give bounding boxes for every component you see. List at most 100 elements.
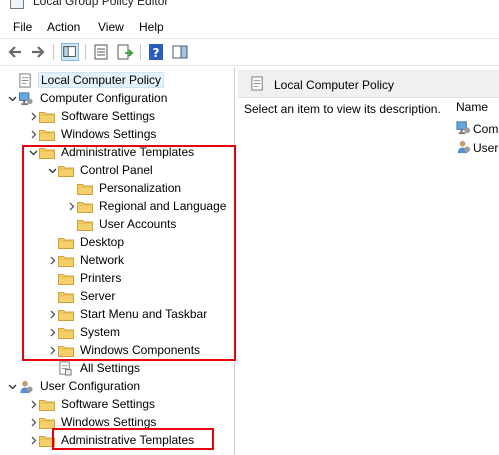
help-icon[interactable]: ? — [147, 43, 165, 61]
show-action-pane-icon[interactable] — [171, 43, 189, 61]
tree-item-regional-and-language[interactable]: Regional and Language — [65, 197, 228, 215]
tree-item-label: Control Panel — [80, 163, 153, 177]
tree-item-user-configuration[interactable]: User Configuration — [6, 377, 142, 395]
tree-item-windows-settings[interactable]: Windows Settings — [27, 125, 158, 143]
folder-icon — [39, 434, 55, 447]
tree-item-start-menu-and-taskbar[interactable]: Start Menu and Taskbar — [46, 305, 209, 323]
app-icon — [10, 0, 24, 9]
properties-icon[interactable] — [92, 43, 110, 61]
chevron-right-icon[interactable] — [46, 305, 58, 323]
caret-spacer — [46, 269, 58, 287]
tree-item-network[interactable]: Network — [46, 251, 126, 269]
title-bar: Local Group Policy Editor — [0, 0, 499, 15]
menu-view[interactable]: View — [95, 20, 127, 34]
chevron-right-icon[interactable] — [27, 125, 39, 143]
details-title: Local Computer Policy — [274, 78, 395, 92]
tree-item-label: Computer Configuration — [40, 91, 168, 105]
tree-item-all-settings[interactable]: All Settings — [46, 359, 142, 377]
tree-item-label: Start Menu and Taskbar — [80, 307, 208, 321]
back-icon[interactable] — [6, 43, 24, 61]
folder-icon — [58, 326, 74, 339]
settings-icon — [58, 360, 74, 376]
chevron-right-icon[interactable] — [27, 431, 39, 449]
caret-spacer — [65, 215, 77, 233]
details-header: Local Computer Policy — [238, 70, 499, 98]
tree-item-user-accounts[interactable]: User Accounts — [65, 215, 178, 233]
description-text: Select an item to view its description. — [244, 102, 441, 116]
chevron-right-icon[interactable] — [46, 323, 58, 341]
tree-item-user-software-settings[interactable]: Software Settings — [27, 395, 157, 413]
toolbar: ? — [0, 39, 499, 66]
chevron-right-icon[interactable] — [27, 413, 39, 431]
tree-item-desktop[interactable]: Desktop — [46, 233, 126, 251]
svg-text:?: ? — [153, 46, 160, 60]
menu-file[interactable]: File — [10, 20, 35, 34]
list-item[interactable]: User — [456, 140, 498, 156]
chevron-right-icon[interactable] — [46, 341, 58, 359]
folder-icon — [58, 344, 74, 357]
menu-help[interactable]: Help — [136, 20, 167, 34]
folder-icon — [77, 218, 93, 231]
folder-icon — [77, 182, 93, 195]
tree-item-label: Administrative Templates — [61, 433, 195, 447]
chevron-down-icon[interactable] — [6, 89, 18, 107]
tree-item-administrative-templates[interactable]: Administrative Templates — [27, 143, 196, 161]
folder-icon — [39, 110, 55, 123]
tree-item-label: Personalization — [99, 181, 182, 195]
folder-icon — [58, 272, 74, 285]
tree-item-label: All Settings — [80, 361, 141, 375]
list-item[interactable]: Com — [456, 121, 498, 137]
forward-icon[interactable] — [29, 43, 47, 61]
folder-icon — [58, 308, 74, 321]
folder-icon — [58, 236, 74, 249]
folder-icon — [77, 200, 93, 213]
tree-item-control-panel[interactable]: Control Panel — [46, 161, 155, 179]
chevron-down-icon[interactable] — [46, 161, 58, 179]
user-config-icon — [456, 139, 471, 157]
tree-item-server[interactable]: Server — [46, 287, 117, 305]
chevron-down-icon[interactable] — [6, 377, 18, 395]
chevron-right-icon[interactable] — [27, 395, 39, 413]
tree-item-label: Windows Settings — [61, 127, 157, 141]
tree-item-label: Local Computer Policy — [38, 72, 165, 88]
tree-item-printers[interactable]: Printers — [46, 269, 123, 287]
tree-item-personalization[interactable]: Personalization — [65, 179, 183, 197]
caret-spacer — [46, 359, 58, 377]
folder-icon — [39, 398, 55, 411]
tree-item-label: User Accounts — [99, 217, 177, 231]
toolbar-separator — [85, 44, 86, 60]
chevron-down-icon[interactable] — [27, 143, 39, 161]
tree-item-software-settings[interactable]: Software Settings — [27, 107, 157, 125]
chevron-right-icon[interactable] — [27, 107, 39, 125]
computer-icon — [18, 91, 34, 105]
tree-item-label: Network — [80, 253, 125, 267]
tree-item-system[interactable]: System — [46, 323, 122, 341]
caret-spacer — [46, 233, 58, 251]
user-icon — [18, 380, 34, 393]
tree-item-label: Server — [80, 289, 116, 303]
tree-item-computer-configuration[interactable]: Computer Configuration — [6, 89, 169, 107]
tree-item-user-administrative-templates[interactable]: Administrative Templates — [27, 431, 196, 449]
tree-item-windows-components[interactable]: Windows Components — [46, 341, 202, 359]
toolbar-separator — [140, 44, 141, 60]
chevron-right-icon[interactable] — [65, 197, 77, 215]
tree-pane: Local Computer Policy Computer Configurat… — [0, 68, 235, 455]
tree-item-label: Regional and Language — [99, 199, 227, 213]
tree-item-label: Windows Settings — [61, 415, 157, 429]
chevron-right-icon[interactable] — [46, 251, 58, 269]
tree-item-user-windows-settings[interactable]: Windows Settings — [27, 413, 158, 431]
window-title: Local Group Policy Editor — [33, 0, 169, 8]
show-hide-tree-icon[interactable] — [61, 43, 79, 61]
caret-spacer — [6, 71, 18, 89]
tree-item-local-computer-policy[interactable]: Local Computer Policy — [6, 71, 165, 89]
tree-item-label: User Configuration — [40, 379, 141, 393]
caret-spacer — [65, 179, 77, 197]
policy-icon — [18, 72, 34, 88]
list-item-label: User — [473, 141, 499, 155]
tree-item-label: Desktop — [80, 235, 125, 249]
folder-icon — [39, 416, 55, 429]
export-list-icon[interactable] — [116, 43, 134, 61]
name-column-header[interactable]: Name — [456, 100, 488, 114]
folder-icon — [58, 254, 74, 267]
menu-action[interactable]: Action — [44, 20, 83, 34]
